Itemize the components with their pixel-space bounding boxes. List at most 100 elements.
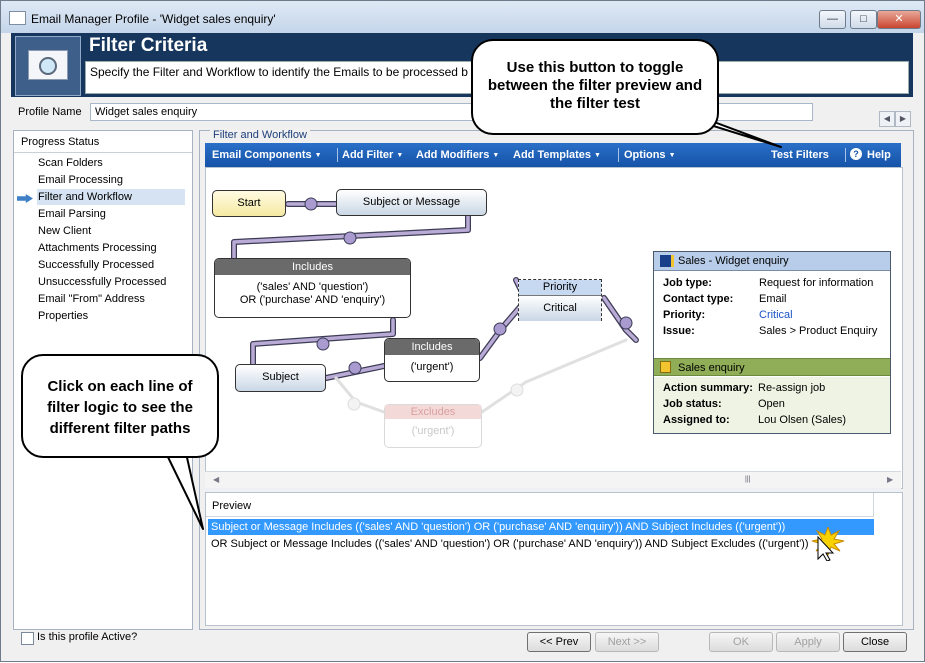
progress-item-properties[interactable]: Properties [37, 308, 185, 324]
card-field-key: Assigned to: [663, 414, 730, 426]
includes-node-1-line1: ('sales' AND 'question') [256, 281, 369, 293]
ok-button[interactable]: OK [709, 632, 773, 652]
help-button[interactable]: Help [867, 149, 891, 161]
page-title: Filter Criteria [89, 35, 208, 56]
filter-workflow-group-label: Filter and Workflow [210, 129, 310, 141]
minimize-button[interactable]: — [819, 10, 846, 29]
progress-item-new-client[interactable]: New Client [37, 223, 185, 239]
email-filter-icon [15, 36, 81, 96]
notes-icon [660, 361, 671, 373]
close-window-button[interactable]: ✕ [877, 10, 921, 29]
add-filter-label: Add Filter [342, 149, 394, 161]
card-field-key: Job status: [663, 398, 722, 410]
apply-button[interactable]: Apply [776, 632, 840, 652]
progress-item-unsuccessfully-processed[interactable]: Unsuccessfully Processed [37, 274, 185, 290]
add-modifiers-label: Add Modifiers [416, 149, 490, 161]
next-button[interactable]: Next >> [595, 632, 659, 652]
includes-node-1-line2: OR ('purchase' AND 'enquiry') [239, 294, 386, 306]
includes-node-2-body: ('urgent') [410, 361, 454, 373]
card-field-value: Open [758, 398, 785, 410]
subject-or-message-node[interactable]: Subject or Message [336, 189, 487, 216]
dropdown-arrow-icon: ▼ [594, 151, 601, 159]
toolbar-separator [618, 148, 619, 162]
excludes-node-header: Excludes [385, 405, 481, 419]
card-field-value: Sales > Product Enquiry [759, 325, 878, 337]
scroll-left-icon[interactable]: ◀ [213, 475, 219, 484]
preview-header: Preview [206, 493, 874, 517]
dropdown-arrow-icon: ▼ [396, 151, 404, 159]
card-title: Sales - Widget enquiry [654, 252, 890, 271]
progress-item-email-processing[interactable]: Email Processing [37, 172, 185, 188]
horizontal-scrollbar[interactable]: ◀ ||| ▶ [205, 471, 901, 488]
book-icon [660, 255, 674, 267]
card-section2-title: Sales enquiry [654, 358, 890, 376]
options-label: Options [624, 149, 666, 161]
options-menu[interactable]: Options ▼ [624, 149, 676, 161]
nav-left-arrow-icon[interactable]: ◀ [879, 111, 895, 127]
nav-right-arrow-icon[interactable]: ▶ [895, 111, 911, 127]
app-icon [9, 11, 26, 25]
start-node[interactable]: Start [212, 190, 286, 217]
title-bar: Email Manager Profile - 'Widget sales en… [1, 1, 924, 33]
dropdown-arrow-icon: ▼ [668, 151, 676, 159]
card-field-value: Email [759, 293, 787, 305]
active-checkbox[interactable] [21, 632, 34, 645]
card-field-value: Re-assign job [758, 382, 826, 394]
email-components-menu[interactable]: Email Components ▼ [212, 149, 322, 161]
excludes-node[interactable]: Excludes ('urgent') [384, 404, 482, 448]
preview-panel: Preview Subject or Message Includes (('s… [205, 492, 903, 626]
card-field-value-priority: Critical [759, 309, 793, 321]
maximize-button[interactable]: □ [850, 10, 877, 29]
card-field-value: Lou Olsen (Sales) [758, 414, 847, 426]
subject-node[interactable]: Subject [235, 364, 326, 392]
progress-item-scan-folders[interactable]: Scan Folders [37, 155, 185, 171]
includes-node-1-header: Includes [215, 259, 410, 275]
add-modifiers-menu[interactable]: Add Modifiers ▼ [416, 149, 499, 161]
priority-node[interactable]: Priority Critical [518, 279, 602, 321]
progress-status-title: Progress Status [14, 131, 192, 153]
scroll-right-icon[interactable]: ▶ [887, 475, 893, 484]
progress-item-email-from-address[interactable]: Email "From" Address [37, 291, 185, 307]
email-components-label: Email Components [212, 149, 312, 161]
card-field-key: Job type: [663, 277, 712, 289]
dropdown-arrow-icon: ▼ [314, 151, 322, 159]
toggle-tip-callout: Use this button to toggle between the fi… [471, 39, 719, 135]
add-templates-menu[interactable]: Add Templates ▼ [513, 149, 601, 161]
card-field-key: Priority: [663, 309, 706, 321]
toolbar-separator [337, 148, 338, 162]
includes-node-2[interactable]: Includes ('urgent') [384, 338, 480, 382]
card-field-key: Action summary: [663, 382, 753, 394]
toolbar-separator [845, 148, 846, 162]
preview-row-2[interactable]: OR Subject or Message Includes (('sales'… [208, 536, 874, 552]
window-title: Email Manager Profile - 'Widget sales en… [31, 12, 276, 26]
add-templates-label: Add Templates [513, 149, 592, 161]
priority-node-header: Priority [519, 280, 601, 296]
active-checkbox-label: Is this profile Active? [37, 631, 138, 643]
preview-row-1[interactable]: Subject or Message Includes (('sales' AN… [208, 519, 874, 535]
add-filter-menu[interactable]: Add Filter ▼ [342, 149, 403, 161]
click-cursor-icon [811, 527, 845, 561]
email-manager-window: Email Manager Profile - 'Widget sales en… [0, 0, 925, 662]
scroll-thumb[interactable]: ||| [745, 476, 750, 483]
close-button[interactable]: Close [843, 632, 907, 652]
dropdown-arrow-icon: ▼ [492, 151, 500, 159]
filter-lines-tip-callout: Click on each line of filter logic to se… [21, 354, 219, 458]
priority-node-value: Critical [519, 296, 601, 321]
page-header: Filter Criteria Specify the Filter and W… [11, 33, 913, 97]
envelope-icon [28, 50, 68, 80]
help-icon[interactable]: ? [850, 148, 862, 160]
job-template-card[interactable]: Sales - Widget enquiry Job type: Request… [653, 251, 891, 434]
excludes-node-body: ('urgent') [411, 425, 455, 437]
progress-item-email-parsing[interactable]: Email Parsing [37, 206, 185, 222]
progress-item-attachments-processing[interactable]: Attachments Processing [37, 240, 185, 256]
progress-item-filter-and-workflow[interactable]: Filter and Workflow [37, 189, 185, 205]
card-field-key: Contact type: [663, 293, 734, 305]
test-filters-button[interactable]: Test Filters [771, 149, 829, 161]
card-field-value: Request for information [759, 277, 874, 289]
includes-node-2-header: Includes [385, 339, 479, 355]
includes-node-1[interactable]: Includes ('sales' AND 'question') OR ('pu… [214, 258, 411, 318]
progress-item-successfully-processed[interactable]: Successfully Processed [37, 257, 185, 273]
profile-name-label: Profile Name [18, 106, 82, 118]
prev-button[interactable]: << Prev [527, 632, 591, 652]
magnifier-icon [39, 57, 57, 75]
